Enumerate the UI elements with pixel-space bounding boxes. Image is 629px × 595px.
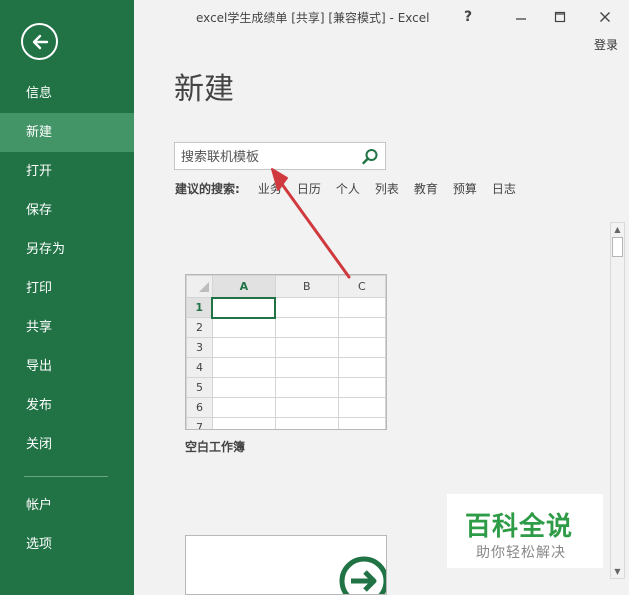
cell	[274, 397, 339, 418]
sidebar-item-info[interactable]: 信息	[0, 74, 134, 113]
cell	[211, 377, 276, 398]
cell	[211, 417, 276, 429]
sidebar-item-save-as[interactable]: 另存为	[0, 230, 134, 269]
vertical-scrollbar[interactable]: ▲ ▼	[610, 222, 625, 579]
search-icon	[362, 149, 378, 165]
close-icon	[600, 12, 610, 22]
suggestion-journal[interactable]: 日志	[492, 182, 516, 196]
backstage-sidebar: 信息 新建 打开 保存 另存为 打印 共享 导出 发布 关闭 帐户 选项	[0, 0, 134, 595]
sidebar-item-print[interactable]: 打印	[0, 269, 134, 308]
blank-workbook-label: 空白工作簿	[185, 440, 246, 454]
title-bar: excel学生成绩单 [共享] [兼容模式] - Excel ? 登录	[134, 0, 629, 52]
maximize-button[interactable]	[548, 6, 572, 28]
tour-template[interactable]	[185, 535, 387, 595]
scroll-thumb[interactable]	[612, 237, 623, 257]
cell	[274, 377, 339, 398]
template-preview-grid: A B C 1 2 3 4 5 6 7	[186, 275, 386, 429]
sidebar-item-close[interactable]: 关闭	[0, 425, 134, 464]
cell	[274, 317, 339, 338]
watermark: 百科全说 助你轻松解决	[447, 494, 603, 568]
cell	[337, 337, 386, 358]
active-cell	[211, 296, 277, 319]
column-header: A	[211, 275, 276, 299]
sidebar-item-account[interactable]: 帐户	[0, 486, 134, 525]
suggested-searches: 建议的搜索: 业务 日历 个人 列表 教育 预算 日志	[175, 180, 531, 197]
window-title: excel学生成绩单 [共享] [兼容模式] - Excel	[196, 11, 430, 25]
cell	[337, 377, 386, 398]
cell	[274, 337, 339, 358]
forward-arrow-icon	[339, 556, 386, 594]
cell	[211, 357, 276, 378]
row-header: 7	[186, 417, 213, 429]
minimize-icon	[516, 18, 526, 20]
scroll-down-arrow-icon[interactable]: ▼	[611, 565, 624, 578]
cell	[337, 357, 386, 378]
suggested-searches-label: 建议的搜索:	[175, 182, 240, 196]
suggestion-personal[interactable]: 个人	[336, 182, 360, 196]
grid-corner	[186, 275, 213, 298]
page-title: 新建	[174, 72, 234, 107]
template-search-box	[174, 142, 386, 170]
maximize-icon	[554, 11, 566, 23]
suggestion-list[interactable]: 列表	[375, 182, 399, 196]
row-header: 3	[186, 337, 213, 358]
cell	[337, 397, 386, 418]
back-button[interactable]	[21, 23, 58, 60]
sidebar-item-open[interactable]: 打开	[0, 152, 134, 191]
watermark-title: 百科全说	[465, 512, 574, 542]
minimize-button[interactable]	[509, 6, 533, 28]
row-header: 1	[186, 297, 213, 318]
row-header: 5	[186, 377, 213, 398]
suggestion-budget[interactable]: 预算	[453, 182, 477, 196]
column-header: C	[337, 275, 386, 298]
select-all-icon	[199, 282, 210, 292]
column-header: B	[274, 275, 339, 298]
cell	[274, 417, 339, 429]
sidebar-item-save[interactable]: 保存	[0, 191, 134, 230]
template-search-input[interactable]	[181, 147, 356, 167]
cell	[337, 297, 386, 318]
blank-workbook-template[interactable]: A B C 1 2 3 4 5 6 7	[185, 274, 387, 430]
suggestion-calendar[interactable]: 日历	[297, 182, 321, 196]
cell	[211, 317, 276, 338]
row-header: 2	[186, 317, 213, 338]
cell	[211, 337, 276, 358]
sidebar-item-new[interactable]: 新建	[0, 113, 134, 152]
sidebar-item-options[interactable]: 选项	[0, 525, 134, 564]
cell	[337, 317, 386, 338]
sidebar-item-share[interactable]: 共享	[0, 308, 134, 347]
row-header: 6	[186, 397, 213, 418]
row-header: 4	[186, 357, 213, 378]
close-button[interactable]	[593, 6, 617, 28]
sidebar-divider	[24, 476, 108, 477]
help-button[interactable]: ?	[456, 6, 480, 28]
cell	[211, 397, 276, 418]
suggestion-education[interactable]: 教育	[414, 182, 438, 196]
cell	[274, 357, 339, 378]
cell	[274, 297, 339, 318]
sidebar-item-publish[interactable]: 发布	[0, 386, 134, 425]
cell	[337, 417, 386, 429]
login-link[interactable]: 登录	[594, 36, 618, 53]
search-button[interactable]	[360, 147, 380, 167]
watermark-subtitle: 助你轻松解决	[476, 545, 566, 561]
back-arrow-icon	[32, 34, 48, 49]
suggestion-business[interactable]: 业务	[258, 182, 282, 196]
sidebar-item-export[interactable]: 导出	[0, 347, 134, 386]
scroll-up-arrow-icon[interactable]: ▲	[611, 223, 624, 236]
